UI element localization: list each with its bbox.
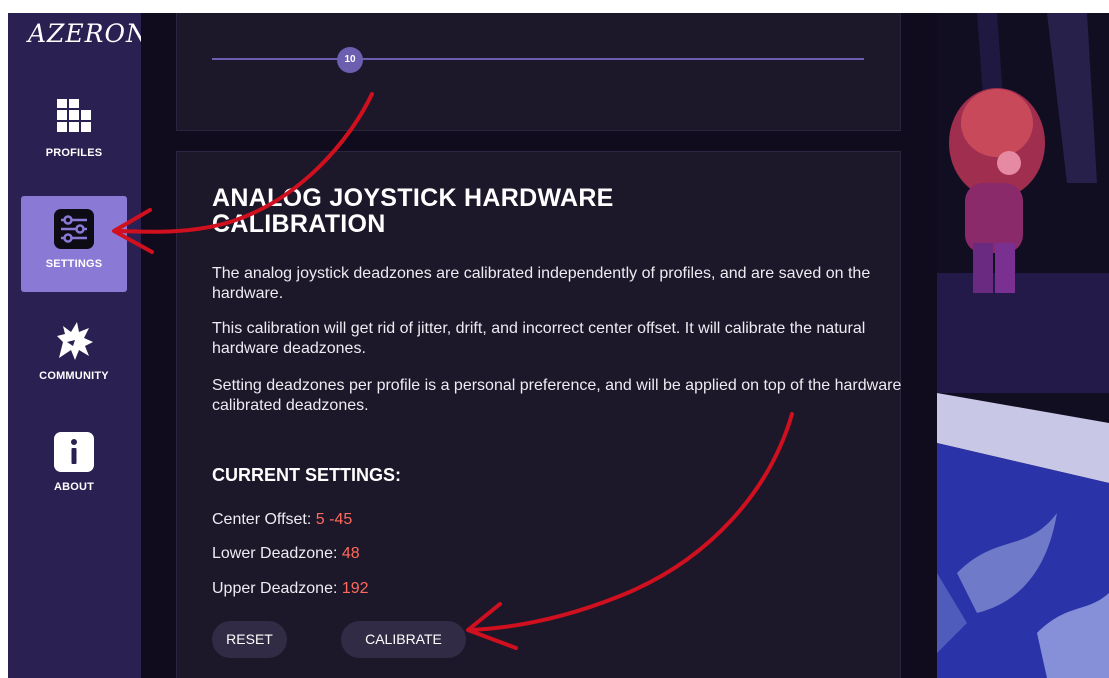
- sensitivity-card: 10: [176, 13, 901, 131]
- logo-text: AZERON: [28, 19, 149, 48]
- slider-track[interactable]: [212, 58, 864, 60]
- center-offset-row: Center Offset: 5 -45: [212, 511, 352, 529]
- upper-deadzone-value: 192: [341, 580, 369, 597]
- upper-deadzone-label: Upper Deadzone:: [212, 580, 338, 597]
- paragraph-calibration-purpose: This calibration will get rid of jitter,…: [212, 320, 866, 357]
- app-window: AZERON PROFILES SETTINGS COMMUNITY ABOUT…: [8, 13, 1109, 678]
- sidebar-item-community[interactable]: COMMUNITY: [21, 308, 127, 404]
- slider-knob[interactable]: 10: [337, 47, 363, 73]
- center-offset-value: 5 -45: [315, 511, 353, 528]
- lower-deadzone-value: 48: [341, 545, 360, 562]
- sidebar-item-label: SETTINGS: [45, 258, 103, 270]
- lower-deadzone-row: Lower Deadzone: 48: [212, 545, 360, 563]
- lower-deadzone-label: Lower Deadzone:: [212, 545, 338, 562]
- sidebar-item-label: PROFILES: [45, 147, 103, 159]
- sidebar-item-label: COMMUNITY: [39, 370, 109, 382]
- calibrate-button[interactable]: CALIBRATE: [341, 621, 466, 658]
- sliders-icon: [54, 209, 94, 249]
- paragraph-calibration-info: The analog joystick deadzones are calibr…: [212, 265, 871, 302]
- sidebar-item-label: ABOUT: [53, 481, 95, 493]
- background-photo: [937, 13, 1109, 678]
- figure-photo: [937, 13, 1109, 678]
- main-content: 10 ANALOG JOYSTICK HARDWARE CALIBRATION …: [141, 13, 937, 678]
- grid-icon: [57, 99, 91, 132]
- current-settings-heading: CURRENT SETTINGS:: [212, 465, 401, 485]
- sidebar-item-about[interactable]: ABOUT: [21, 419, 127, 515]
- upper-deadzone-row: Upper Deadzone: 192: [212, 580, 369, 598]
- sidebar-item-profiles[interactable]: PROFILES: [21, 85, 127, 181]
- center-offset-label: Center Offset:: [212, 511, 312, 528]
- paragraph-deadzone-note: Setting deadzones per profile is a perso…: [212, 377, 902, 414]
- sidebar: AZERON PROFILES SETTINGS COMMUNITY ABOUT: [8, 13, 148, 678]
- reset-button[interactable]: RESET: [212, 621, 287, 658]
- page-title: ANALOG JOYSTICK HARDWARE CALIBRATION: [212, 184, 614, 238]
- info-icon: [54, 432, 94, 472]
- dragon-icon: [57, 322, 93, 360]
- azeron-logo: AZERON: [28, 19, 148, 59]
- sidebar-item-settings[interactable]: SETTINGS: [21, 196, 127, 292]
